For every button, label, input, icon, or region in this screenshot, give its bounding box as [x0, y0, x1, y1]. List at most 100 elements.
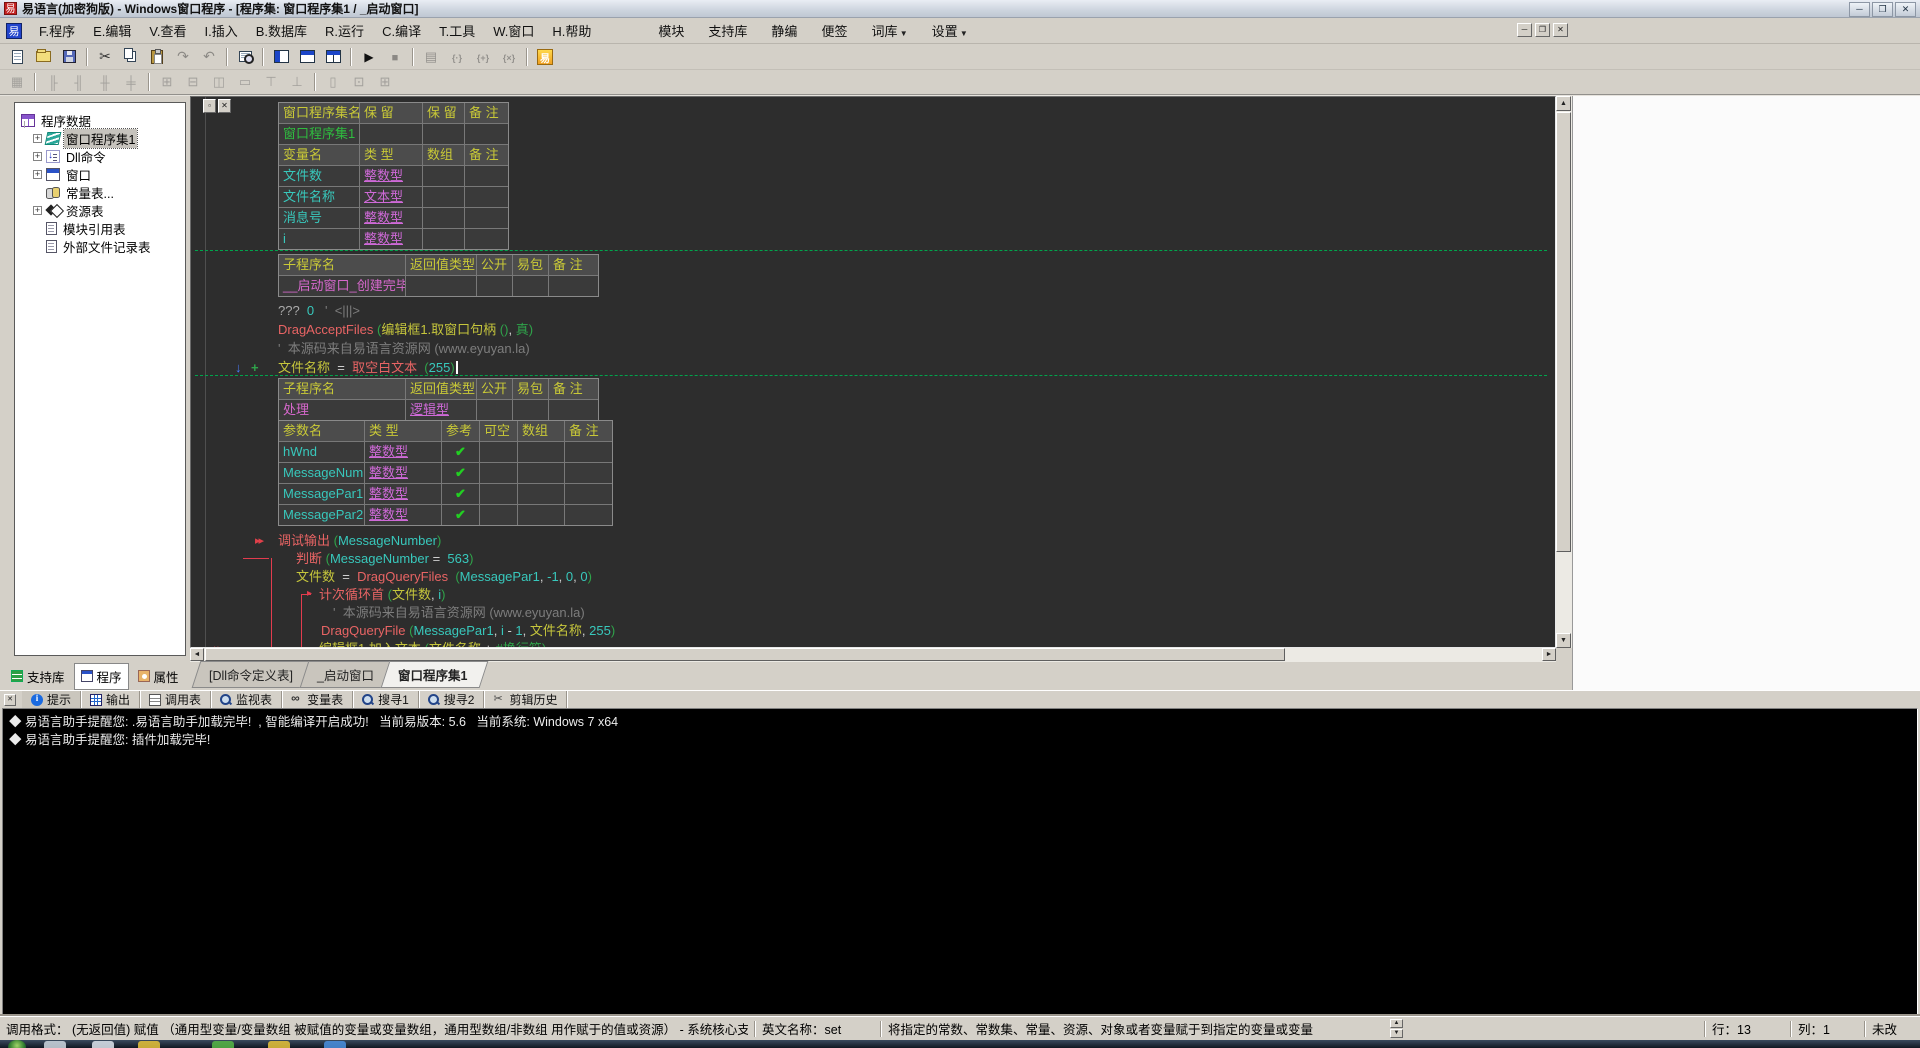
table-cell[interactable] [406, 276, 476, 296]
table-cell[interactable] [465, 229, 508, 249]
taskbar-item[interactable] [92, 1041, 114, 1048]
menu-item-plugin[interactable]: 静编 [759, 18, 809, 43]
table-cell[interactable] [477, 276, 512, 296]
table-cell[interactable] [549, 276, 598, 296]
tree-item[interactable]: + Dll命令 [21, 147, 183, 165]
menu-item[interactable]: B.数据库 [247, 18, 316, 43]
panel-close-button[interactable]: ✕ [218, 99, 231, 113]
table-header-cell[interactable]: 返回值类型 [406, 255, 476, 275]
close-output-icon[interactable]: ✕ [4, 693, 16, 706]
output-tab-调用表[interactable]: 调用表 [140, 691, 212, 708]
table-header-cell[interactable]: 公开 [477, 255, 512, 275]
table-cell[interactable]: MessageNumber [279, 463, 364, 483]
toolbar-button-find[interactable] [233, 46, 257, 68]
table-header-cell[interactable]: 窗口程序集名 [279, 103, 359, 123]
restore-button[interactable]: ❐ [1872, 2, 1893, 17]
table-header-cell[interactable]: 类 型 [365, 421, 441, 441]
menu-item[interactable]: R.运行 [316, 18, 373, 43]
toolbar-button-new-file[interactable] [5, 46, 29, 68]
expander-icon[interactable]: + [33, 169, 42, 179]
table-cell[interactable] [480, 505, 517, 525]
mdi-minimize-button[interactable]: ─ [1517, 23, 1532, 37]
mdi-restore-button[interactable]: ❐ [1535, 23, 1550, 37]
editor-tab[interactable]: [Dll命令定义表] [191, 661, 315, 688]
code-line[interactable]: 计次循环首 (文件数, i) [319, 586, 445, 604]
table-cell[interactable] [423, 229, 464, 249]
menu-item[interactable]: I.插入 [196, 18, 247, 43]
table-header-cell[interactable]: 备 注 [565, 421, 612, 441]
table-header-cell[interactable]: 子程序名 [279, 379, 405, 399]
table-cell[interactable]: 整数型 [365, 442, 441, 462]
menu-item[interactable]: H.帮助 [543, 18, 600, 43]
scroll-down-icon[interactable]: ▼ [1556, 633, 1571, 648]
toolbar-button-elogo[interactable] [533, 46, 557, 68]
menu-item[interactable]: W.窗口 [484, 18, 543, 43]
table-header-cell[interactable]: 返回值类型 [406, 379, 476, 399]
code-line[interactable]: 判断 (MessageNumber = 563) [296, 550, 473, 568]
menu-item[interactable]: V.查看 [140, 18, 195, 43]
expander-icon[interactable]: + [33, 133, 42, 143]
spin-down-icon[interactable]: ▼ [1390, 1029, 1403, 1038]
output-tab-变量表[interactable]: 变量表 [282, 691, 354, 708]
toolbar-button-open-file[interactable] [31, 46, 55, 68]
tree-item[interactable]: + 窗口 [21, 165, 183, 183]
code-line[interactable]: DragAcceptFiles (编辑框1.取窗口句柄 (), 真) [278, 321, 533, 339]
panel-restore-button[interactable]: ▫ [203, 99, 216, 113]
tree-item-root[interactable]: 程序数据 [21, 111, 183, 129]
table-cell[interactable]: hWnd [279, 442, 364, 462]
code-line[interactable]: ' 本源码来自易语言资源网 (www.eyuyan.la) [278, 340, 530, 358]
scroll-up-icon[interactable]: ▲ [1556, 96, 1571, 111]
table-header-cell[interactable]: 备 注 [465, 103, 508, 123]
output-tab-搜寻1[interactable]: 搜寻1 [353, 691, 419, 708]
taskbar-item[interactable] [138, 1041, 160, 1048]
code-editor[interactable]: ▫ ✕ ▸ ▾ ▸ 窗口程序集名保 留保 留备 注窗口程序集1变量名类 型数组备… [190, 96, 1556, 648]
windows-taskbar[interactable] [0, 1040, 1920, 1048]
output-console[interactable]: ◆ 易语言助手提醒您: .易语言助手加载完毕! , 智能编译开启成功! 当前易版… [2, 708, 1918, 1016]
menu-item[interactable]: C.编译 [373, 18, 430, 43]
tree-item[interactable]: 常量表... [21, 183, 183, 201]
table-header-cell[interactable]: 参考 [442, 421, 479, 441]
menu-item-plugin[interactable]: 词库 ▼ [859, 18, 919, 43]
table-header-cell[interactable]: 变量名 [279, 145, 359, 165]
menu-item-plugin[interactable]: 支持库 [696, 18, 759, 43]
start-orb-icon[interactable] [8, 1040, 26, 1048]
table-header-cell[interactable]: 公开 [477, 379, 512, 399]
table-cell[interactable]: ✔ [442, 442, 479, 462]
toolbar-button-layout-left[interactable] [269, 46, 293, 68]
menu-item[interactable]: F.程序 [30, 18, 84, 43]
table-cell[interactable] [513, 276, 548, 296]
tree-item[interactable]: 外部文件记录表 [21, 237, 183, 255]
table-cell[interactable]: 逻辑型 [406, 400, 476, 420]
expander-icon[interactable]: + [33, 151, 42, 161]
table-cell[interactable]: 文件数 [279, 166, 359, 186]
table-cell[interactable] [518, 484, 564, 504]
table-cell[interactable]: 整数型 [365, 484, 441, 504]
toolbar-button-layout-grid[interactable] [321, 46, 345, 68]
table-header-cell[interactable]: 保 留 [423, 103, 464, 123]
table-cell[interactable] [518, 442, 564, 462]
table-cell[interactable]: 窗口程序集1 [279, 124, 359, 144]
table-cell[interactable] [423, 208, 464, 228]
output-tab-监视表[interactable]: 监视表 [211, 691, 283, 708]
toolbar-button-copy[interactable] [119, 46, 143, 68]
table-header-cell[interactable]: 备 注 [549, 379, 598, 399]
menu-item-plugin[interactable]: 设置 ▼ [920, 18, 980, 43]
tree-item[interactable]: + 窗口程序集1 [21, 127, 183, 149]
panel-tab-支持库[interactable]: 支持库 [4, 663, 72, 690]
code-line[interactable]: 调试输出 (MessageNumber) [278, 532, 441, 550]
toolbar-button-cut[interactable] [93, 46, 117, 68]
table-cell[interactable] [480, 484, 517, 504]
table-cell[interactable] [518, 505, 564, 525]
toolbar-button-save[interactable] [57, 46, 81, 68]
table-header-cell[interactable]: 数组 [423, 145, 464, 165]
table-cell[interactable] [423, 124, 464, 144]
table-cell[interactable] [565, 463, 612, 483]
table-cell[interactable]: 消息号 [279, 208, 359, 228]
scroll-right-icon[interactable]: ► [1542, 648, 1556, 661]
spin-up-icon[interactable]: ▲ [1390, 1019, 1403, 1028]
table-cell[interactable] [565, 505, 612, 525]
table-cell[interactable] [480, 442, 517, 462]
vertical-scroll-thumb[interactable] [1556, 112, 1571, 552]
table-cell[interactable] [477, 400, 512, 420]
code-line[interactable]: ??? 0 ' <|||> [278, 302, 360, 320]
